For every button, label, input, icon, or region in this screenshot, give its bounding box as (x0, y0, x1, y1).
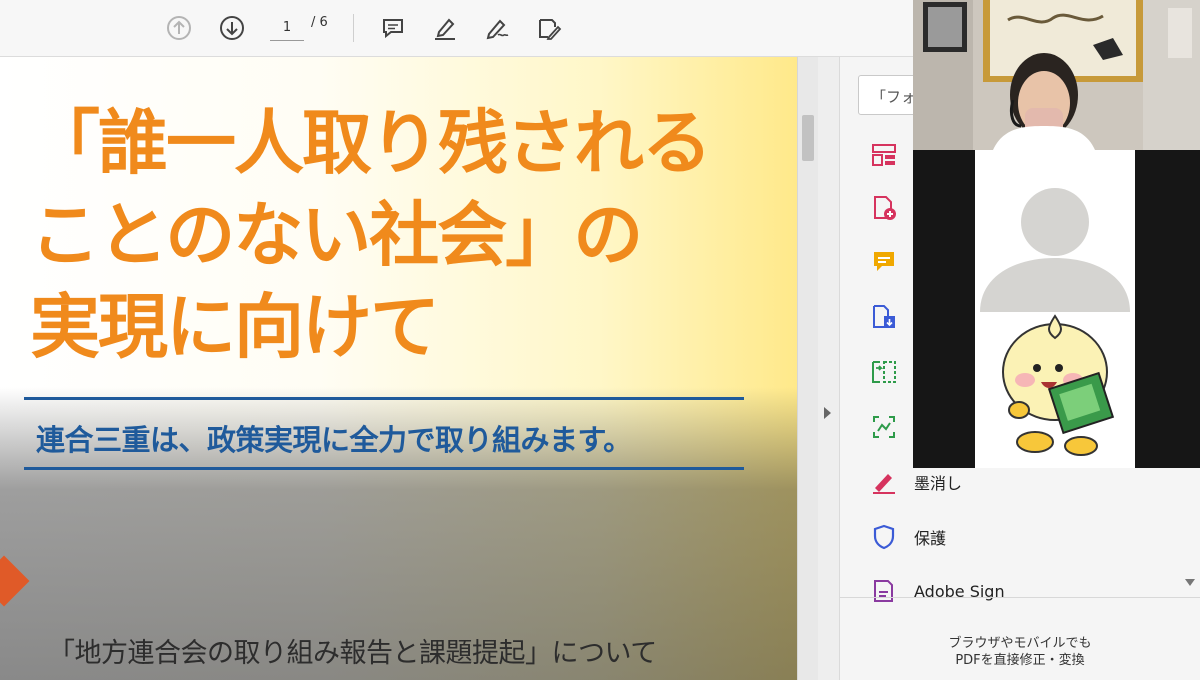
document-footer-text: 「地方連合会の取り組み報告と課題提起」について (48, 638, 657, 669)
page-number-input[interactable]: 1 (270, 15, 304, 41)
promo-line-2: PDFを直接修正・変換 (955, 653, 1085, 668)
app-window: 1 / 6 「誰一人取り残される ことのない社会」の 実現に向けて 連合三重は、… (0, 0, 1200, 680)
tool-item-label: 保護 (914, 529, 947, 548)
compress-pdf-icon (868, 356, 900, 388)
document-scrollbar[interactable] (797, 57, 818, 680)
document-subtitle: 連合三重は、政策実現に全力で取り組みます。 (36, 423, 632, 457)
export-pdf-icon (868, 301, 900, 333)
next-page-button[interactable] (216, 12, 248, 44)
subtitle-rule-bottom (24, 467, 744, 470)
organize-pages-icon (868, 139, 900, 171)
edit-text-button[interactable] (533, 12, 565, 44)
comment-tool-icon (868, 246, 900, 278)
document-title: 「誰一人取り残される ことのない社会」の 実現に向けて (30, 97, 790, 373)
presenter-webcam-image (913, 0, 1200, 150)
next-page-icon (220, 16, 244, 40)
tools-pane-toggle[interactable] (818, 57, 840, 680)
chevron-right-icon (824, 407, 831, 419)
edit-icon (539, 19, 562, 40)
sign-icon (486, 19, 509, 40)
pdf-page: 「誰一人取り残される ことのない社会」の 実現に向けて 連合三重は、政策実現に全… (0, 57, 797, 680)
adobe-sign-icon (868, 575, 900, 607)
scan-ocr-icon (868, 411, 900, 443)
toolbar-divider (353, 14, 354, 42)
participant-video-tile (913, 150, 1200, 468)
page-total: / 6 (311, 15, 328, 30)
sign-button[interactable] (481, 12, 513, 44)
presenter-video-tile (913, 0, 1200, 150)
title-line-2: ことのない社会」の (30, 194, 643, 276)
create-pdf-icon (868, 192, 900, 224)
comment-button[interactable] (377, 12, 409, 44)
tool-item-adobe-sign[interactable]: Adobe Sign (868, 573, 1168, 609)
mascot-reading-book-image (1002, 314, 1115, 456)
prev-page-icon (167, 16, 191, 40)
comment-icon (383, 19, 403, 39)
document-scrollbar-thumb[interactable] (802, 115, 814, 161)
title-line-3: 実現に向けて (30, 286, 440, 368)
prev-page-button[interactable] (163, 12, 195, 44)
tools-scroll-down-icon[interactable] (1185, 579, 1195, 586)
highlight-icon (435, 18, 455, 40)
tool-item-label: 墨消し (914, 474, 963, 493)
redact-icon (868, 466, 900, 498)
highlight-button[interactable] (429, 12, 461, 44)
tool-item-protect[interactable]: 保護 (868, 519, 1168, 555)
promo-line-1: ブラウザやモバイルでも (948, 636, 1092, 651)
tool-item-redact[interactable]: 墨消し (868, 464, 1168, 500)
title-line-1: 「誰一人取り残される (30, 102, 712, 184)
promo-text: ブラウザやモバイルでも PDFを直接修正・変換 (900, 635, 1140, 669)
protect-icon (868, 521, 900, 553)
subtitle-rule-top (24, 397, 744, 400)
tools-divider (840, 597, 1200, 598)
